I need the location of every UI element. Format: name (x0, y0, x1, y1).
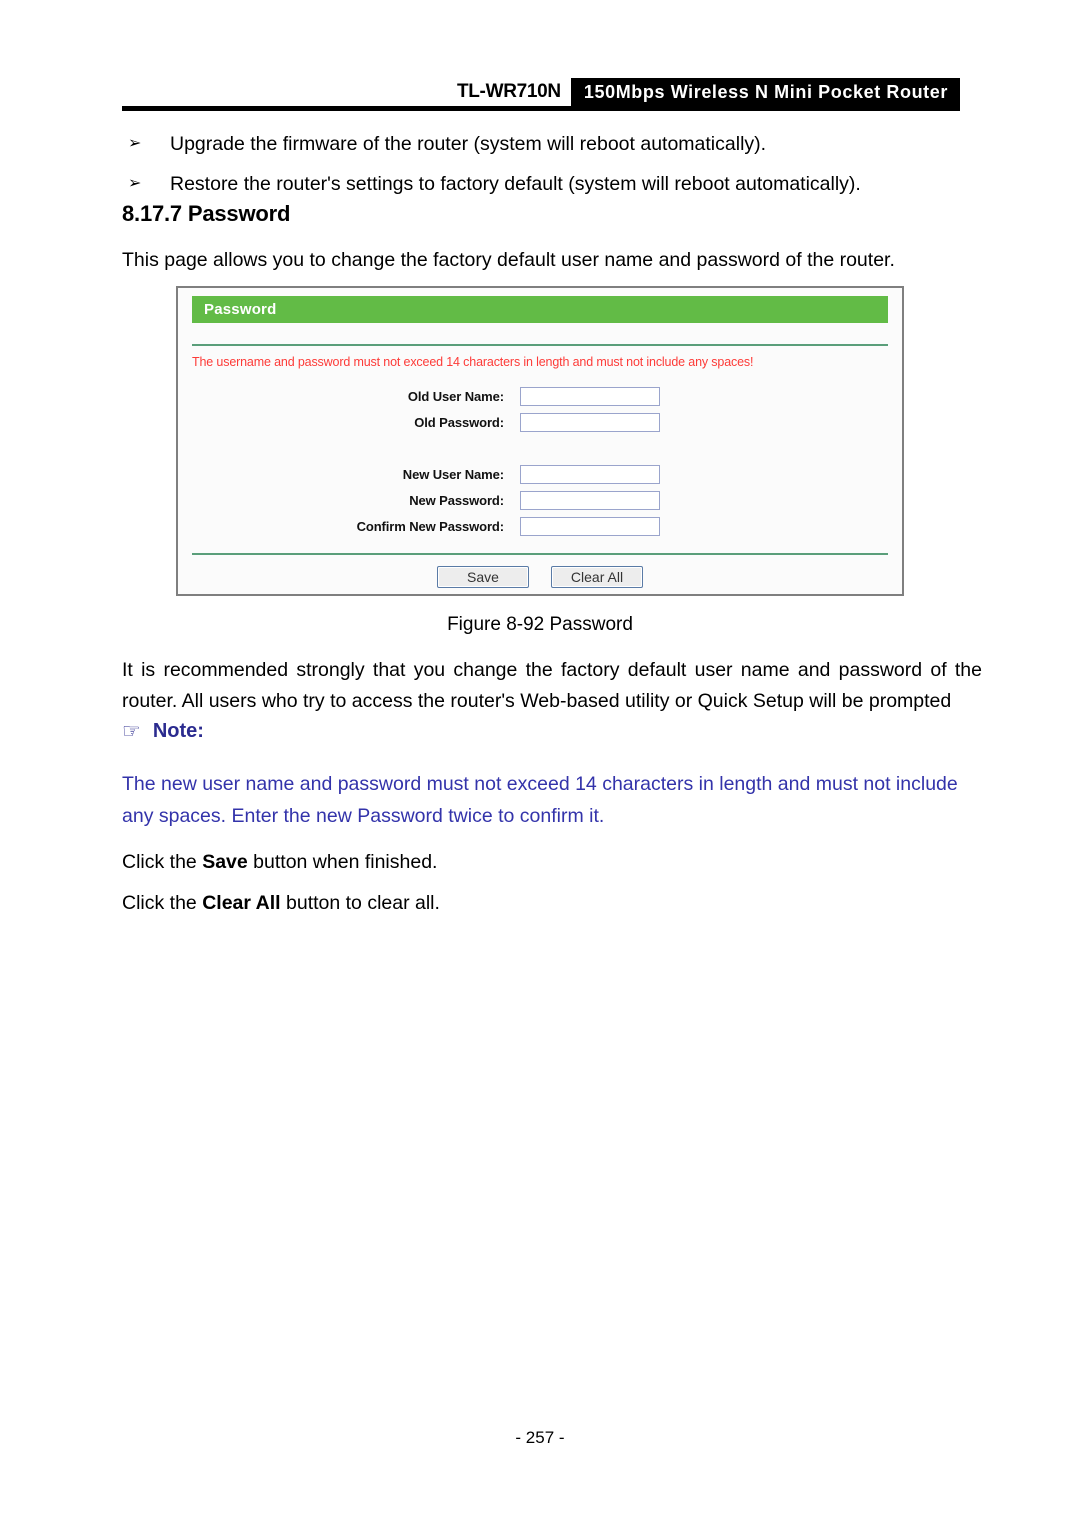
save-button[interactable]: Save (437, 566, 529, 588)
list-item: ➢ Restore the router's settings to facto… (122, 164, 982, 204)
note-text: The new user name and password must not … (122, 773, 958, 827)
list-item-text: Upgrade the firmware of the router (syst… (170, 133, 767, 155)
closing-clear-prefix: Click the (122, 892, 203, 914)
panel-title: Password (204, 301, 277, 318)
panel-footer: Save Clear All (178, 553, 902, 588)
panel-divider-top (192, 344, 888, 346)
list-item: ➢ Upgrade the firmware of the router (sy… (122, 124, 982, 164)
old-password-label: Old Password: (414, 414, 504, 430)
header-model-name: TL-WR710N (456, 81, 561, 102)
closing-line-clear-all: Click the Clear All button to clear all. (122, 883, 982, 924)
password-warning-text: The username and password must not excee… (192, 355, 754, 369)
form-row-new-user-name: New User Name: (192, 461, 888, 487)
bullet-list: ➢ Upgrade the firmware of the router (sy… (122, 124, 982, 204)
header-product-tagline: 150Mbps Wireless N Mini Pocket Router (570, 78, 960, 106)
new-user-name-input[interactable] (520, 464, 660, 484)
new-password-label: New Password: (409, 492, 504, 508)
closing-clear-bold: Clear All (202, 892, 281, 914)
router-ui-screenshot: Password The username and password must … (176, 286, 904, 596)
section-heading: 8.17.7 Password (122, 201, 291, 226)
closing-line-save: Click the Save button when finished. (122, 842, 982, 883)
closing-save-suffix: button when finished. (247, 851, 438, 873)
pointing-hand-icon: ☞ (122, 720, 141, 743)
closing-save-prefix: Click the (122, 851, 203, 873)
panel-button-row: Save Clear All (192, 555, 888, 588)
old-user-name-label: Old User Name: (407, 388, 504, 404)
page-number: - 257 - (515, 1428, 565, 1447)
body-paragraph: It is recommended strongly that you chan… (122, 659, 982, 712)
closing-clear-suffix: button to clear all. (280, 892, 440, 914)
closing-instructions: Click the Save button when finished. Cli… (122, 842, 982, 924)
clear-all-button[interactable]: Clear All (551, 566, 643, 588)
header-row: TL-WR710N 150Mbps Wireless N Mini Pocket… (122, 78, 960, 106)
form-row-old-password: Old Password: (192, 409, 888, 435)
new-password-input[interactable] (520, 490, 660, 510)
new-user-name-label: New User Name: (402, 466, 504, 482)
intro-paragraph: This page allows you to change the facto… (122, 249, 895, 271)
confirm-new-password-label: Confirm New Password: (356, 518, 505, 534)
document-header: TL-WR710N 150Mbps Wireless N Mini Pocket… (122, 78, 960, 112)
note-heading: ☞ Note: (122, 720, 204, 743)
document-page: TL-WR710N 150Mbps Wireless N Mini Pocket… (0, 0, 1080, 1527)
arrow-bullet-icon: ➢ (128, 175, 142, 192)
form-row-new-password: New Password: (192, 487, 888, 513)
old-password-input[interactable] (520, 412, 660, 432)
header-rule (122, 106, 960, 111)
confirm-new-password-input[interactable] (520, 516, 660, 536)
password-form: Old User Name: Old Password: New User Na… (192, 383, 888, 539)
arrow-bullet-icon: ➢ (128, 135, 142, 152)
panel-title-bar: Password (192, 296, 888, 323)
closing-save-bold: Save (202, 851, 248, 873)
form-row-old-user-name: Old User Name: (192, 383, 888, 409)
figure-caption: Figure 8-92 Password (447, 614, 633, 635)
list-item-text: Restore the router's settings to factory… (170, 173, 861, 195)
note-label: Note: (152, 720, 204, 742)
form-row-confirm-new-password: Confirm New Password: (192, 513, 888, 539)
old-user-name-input[interactable] (520, 386, 660, 406)
router-ui-inner: Password The username and password must … (178, 296, 902, 602)
